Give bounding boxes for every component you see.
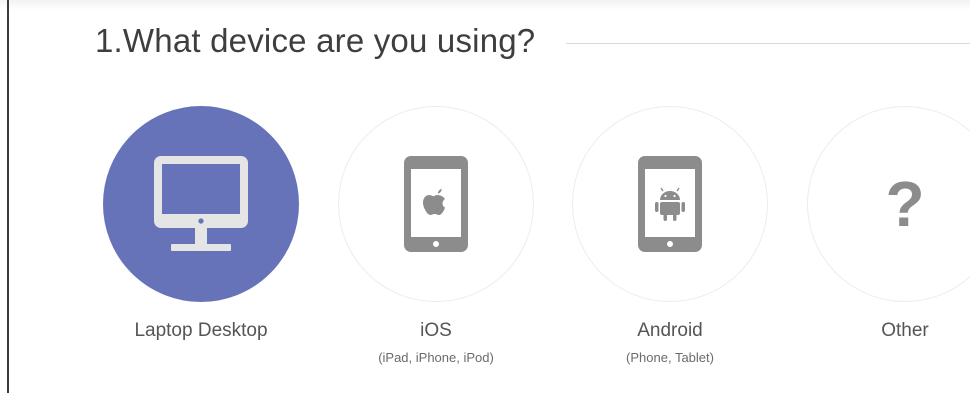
android-tablet-icon: [638, 156, 702, 252]
option-label: Other: [881, 320, 929, 341]
option-other[interactable]: ? Other: [807, 106, 970, 341]
option-circle-other[interactable]: ?: [807, 106, 970, 302]
question-mark-icon: ?: [885, 168, 925, 240]
option-label: Laptop Desktop: [134, 320, 268, 341]
option-circle-ios[interactable]: [338, 106, 534, 302]
ios-tablet-icon: [404, 156, 468, 252]
left-border: [7, 0, 9, 393]
title-divider: [566, 43, 970, 44]
option-laptop-desktop[interactable]: Laptop Desktop: [103, 106, 299, 341]
question-title: 1.What device are you using?: [95, 22, 536, 59]
option-android[interactable]: Android (Phone, Tablet): [572, 106, 768, 365]
desktop-monitor-icon: [154, 156, 248, 251]
option-label: Android: [637, 320, 703, 341]
option-circle-laptop-desktop[interactable]: [103, 106, 299, 302]
device-survey-panel: 1.What device are you using? Laptop Desk…: [0, 0, 970, 393]
option-circle-android[interactable]: [572, 106, 768, 302]
top-shadow: [0, 0, 970, 10]
option-sublabel: (iPad, iPhone, iPod): [378, 350, 494, 365]
option-label: iOS: [420, 320, 452, 341]
option-sublabel: (Phone, Tablet): [626, 350, 714, 365]
option-ios[interactable]: iOS (iPad, iPhone, iPod): [338, 106, 534, 365]
